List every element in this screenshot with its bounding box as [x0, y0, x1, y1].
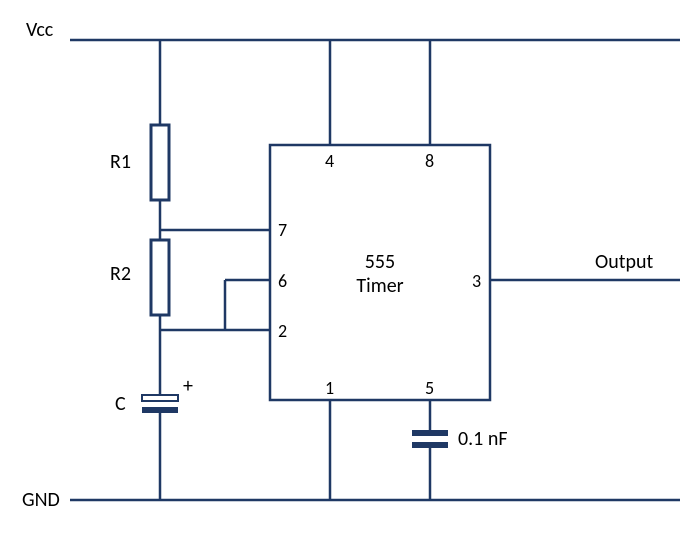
- cap-c-top-plate: [142, 395, 178, 401]
- pin6-label: 6: [278, 270, 287, 292]
- pin5-label: 5: [425, 377, 434, 399]
- ic-name-2: Timer: [356, 274, 403, 298]
- pin8-label: 8: [425, 150, 434, 172]
- resistor-r1: [151, 125, 169, 200]
- vcc-label: Vcc: [26, 18, 54, 42]
- c2-value-label: 0.1 nF: [458, 427, 508, 451]
- r2-label: R2: [110, 262, 131, 286]
- ic-name-1: 555: [365, 250, 395, 274]
- pin2-label: 2: [278, 320, 287, 342]
- pin7-label: 7: [278, 219, 287, 241]
- r1-label: R1: [110, 150, 131, 174]
- schematic-canvas: Vcc GND R1 R2 C + 0.1 nF Output 555 Time…: [0, 0, 700, 545]
- c-polarity: +: [183, 374, 193, 398]
- output-label: Output: [595, 250, 653, 274]
- resistor-r2: [151, 240, 169, 315]
- gnd-label: GND: [22, 488, 60, 512]
- pin3-label: 3: [472, 270, 481, 292]
- c-label: C: [115, 392, 126, 416]
- pin1-label: 1: [325, 377, 334, 399]
- pin4-label: 4: [325, 150, 334, 172]
